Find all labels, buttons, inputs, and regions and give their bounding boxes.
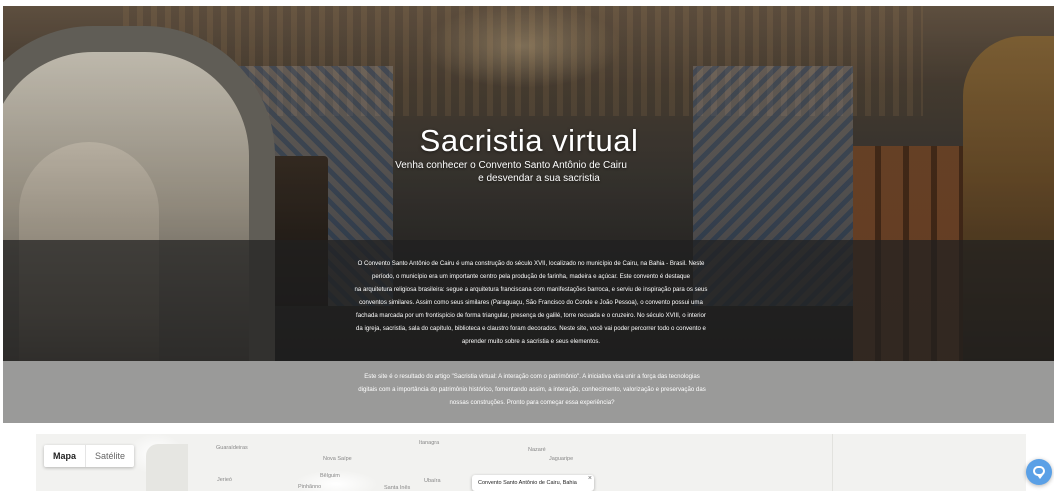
map-type-satellite-button[interactable]: Satélite <box>85 445 134 467</box>
page-title: Sacristia virtual <box>419 122 639 158</box>
about-line: nossas construções. Pronto para começar … <box>449 399 615 406</box>
close-icon[interactable]: × <box>588 471 592 487</box>
intro-line: da igreja, sacristia, sala do capítulo, … <box>356 325 706 332</box>
about-section: Este site é o resultado do artigo "Sacri… <box>3 361 1054 423</box>
intro-line: conventos similares. Assim como seus sim… <box>359 299 703 306</box>
map-type-toggle: Mapa Satélite <box>44 445 135 467</box>
map-land-area <box>146 444 188 491</box>
chat-button[interactable] <box>1026 459 1052 485</box>
map-place-label: Ubaíra <box>424 478 441 484</box>
hero-subtitle-line-1: Venha conhecer o Convento Santo Antônio … <box>395 160 627 171</box>
intro-band: O Convento Santo Antônio de Cairu é uma … <box>3 240 1054 361</box>
map-info-title: Convento Santo Antônio de Cairu, Bahia <box>478 480 577 486</box>
map-place-label: Jaguaripe <box>549 456 574 462</box>
map-info-window[interactable]: Convento Santo Antônio de Cairu, Bahia × <box>472 475 594 491</box>
hero-section: Sacristia virtual Venha conhecer o Conve… <box>3 6 1054 361</box>
intro-line: período, o município era um importante c… <box>371 273 691 280</box>
intro-line: fachada marcada por um frontispício de f… <box>356 312 706 319</box>
chat-bubble-icon <box>1033 466 1045 479</box>
about-line: digitais com a importância do patrimônio… <box>358 386 706 393</box>
intro-line: na arquitetura religiosa brasileira: seg… <box>354 286 708 293</box>
intro-paragraph: O Convento Santo Antônio de Cairu é uma … <box>321 257 741 348</box>
hero-subtitle-line-2: e desvendar a sua sacristia <box>478 173 600 184</box>
map-place-label: Jerieó <box>217 477 232 483</box>
about-paragraph: Este site é o resultado do artigo "Sacri… <box>318 370 746 409</box>
embedded-map[interactable]: Guaraídeiras Nova Saípe Nazaré Jaguaripe… <box>36 434 1026 491</box>
intro-line: O Convento Santo Antônio de Cairu é uma … <box>357 260 705 267</box>
map-place-label: Nova Saípe <box>323 456 352 462</box>
page: Sacristia virtual Venha conhecer o Conve… <box>0 0 1054 491</box>
map-place-label: Santa Inês <box>384 485 411 491</box>
map-place-label: Bêlguim <box>320 473 340 479</box>
map-type-map-button[interactable]: Mapa <box>44 445 85 467</box>
map-divider <box>832 434 833 491</box>
about-line: Este site é o resultado do artigo "Sacri… <box>364 373 700 380</box>
map-place-label: Itanagra <box>419 440 440 446</box>
intro-line: aprender muito sobre a sacristia e seus … <box>461 338 601 345</box>
map-place-label: Pinhãnno <box>298 484 322 490</box>
map-place-label: Nazaré <box>528 447 546 453</box>
map-place-label: Guaraídeiras <box>216 445 248 451</box>
